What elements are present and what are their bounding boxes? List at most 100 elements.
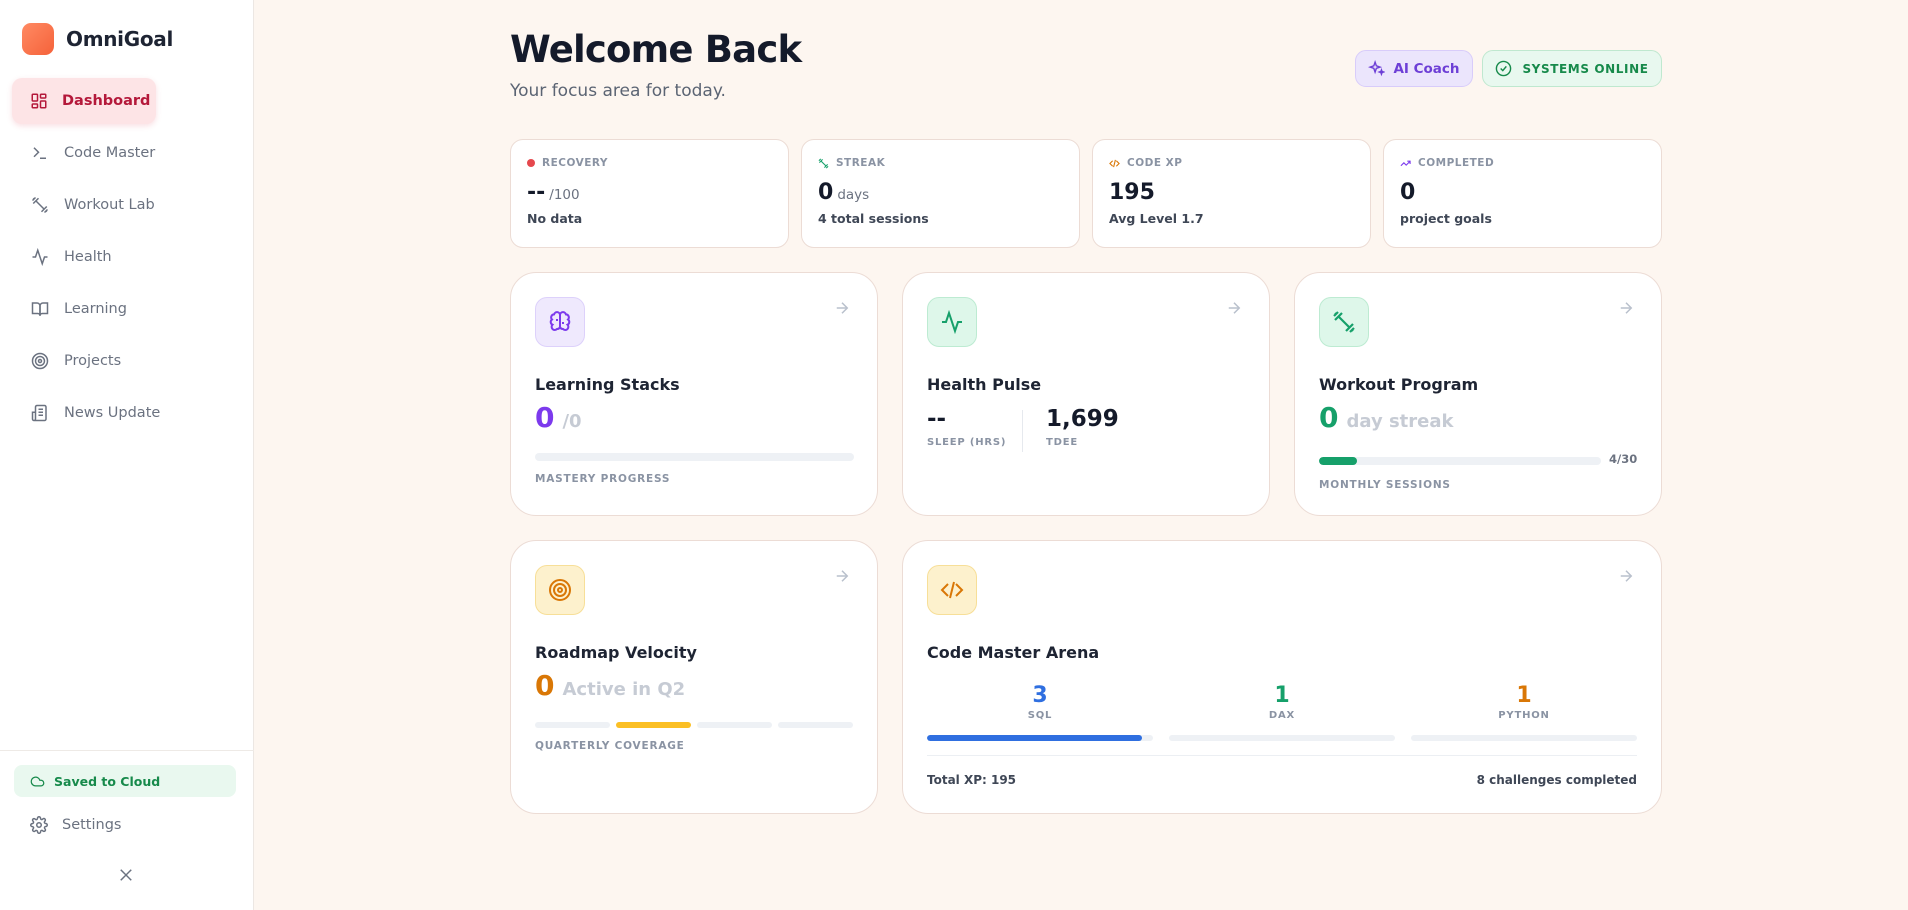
newspaper-icon <box>30 403 50 423</box>
arena-stat-python: 1 PYTHON <box>1411 683 1637 721</box>
brand[interactable]: OmniGoal <box>22 23 173 55</box>
book-icon <box>30 299 50 319</box>
learning-value: 0 <box>535 401 555 434</box>
page-title: Welcome Back <box>510 28 802 71</box>
card-title: Health Pulse <box>927 375 1042 394</box>
card-title: Code Master Arena <box>927 643 1100 662</box>
arena-stat-value: 3 <box>1032 683 1048 708</box>
dumbbell-icon <box>30 195 50 215</box>
stat-label-text: STREAK <box>836 157 886 169</box>
card-caption: MONTHLY SESSIONS <box>1319 479 1451 491</box>
learning-value-row: 0 /0 <box>535 401 582 434</box>
brand-logo <box>22 23 54 55</box>
sessions-count: 4/30 <box>1609 452 1638 466</box>
tdee-value: 1,699 <box>1046 406 1119 432</box>
ai-coach-label: AI Coach <box>1393 60 1460 77</box>
arena-divider <box>927 755 1637 756</box>
sidebar-item-dashboard[interactable]: Dashboard <box>12 78 156 124</box>
stat-unit: days <box>837 187 870 203</box>
sidebar: OmniGoal Dashboard Code Master Workout L… <box>0 0 254 910</box>
dumbbell-icon <box>818 158 829 168</box>
tdee-metric: 1,699 TDEE <box>1046 406 1119 448</box>
stat-card-recovery[interactable]: RECOVERY -- /100 No data <box>510 139 789 248</box>
stat-value-number: 0 <box>1400 180 1416 205</box>
sidebar-item-news-update[interactable]: News Update <box>12 390 242 436</box>
sidebar-divider <box>0 750 254 751</box>
card-caption: QUARTERLY COVERAGE <box>535 740 685 752</box>
stat-label-text: COMPLETED <box>1418 157 1495 169</box>
quarter-segment-q3 <box>697 722 772 728</box>
sidebar-item-health[interactable]: Health <box>12 234 242 280</box>
workout-value-row: 0 day streak <box>1319 401 1453 434</box>
arrow-right-icon[interactable] <box>833 299 851 317</box>
sidebar-item-workout-lab[interactable]: Workout Lab <box>12 182 242 228</box>
workout-program-card[interactable]: Workout Program 0 day streak 4/30 MONTHL… <box>1294 272 1662 516</box>
code-icon <box>927 565 977 615</box>
stat-card-code-xp[interactable]: CODE XP 195 Avg Level 1.7 <box>1092 139 1371 248</box>
code-master-arena-card[interactable]: Code Master Arena 3 SQL 1 DAX 1 PYTHON T… <box>902 540 1662 814</box>
arena-progress-python <box>1411 735 1637 741</box>
roadmap-velocity-card[interactable]: Roadmap Velocity 0 Active in Q2 QUARTERL… <box>510 540 878 814</box>
stat-card-completed[interactable]: COMPLETED 0 project goals <box>1383 139 1662 248</box>
mastery-progress-bar <box>535 453 854 461</box>
sidebar-item-label: Workout Lab <box>64 197 155 213</box>
arrow-right-icon[interactable] <box>1617 299 1635 317</box>
arena-stat-sql: 3 SQL <box>927 683 1153 721</box>
target-icon <box>30 351 50 371</box>
sidebar-item-label: News Update <box>64 405 161 421</box>
card-title: Roadmap Velocity <box>535 643 697 662</box>
brand-name: OmniGoal <box>66 27 174 51</box>
sidebar-item-learning[interactable]: Learning <box>12 286 242 332</box>
gear-icon <box>30 816 48 834</box>
sleep-value: -- <box>927 406 947 432</box>
terminal-icon <box>30 143 50 163</box>
stat-label-text: RECOVERY <box>542 157 609 169</box>
stat-sub: project goals <box>1400 211 1492 226</box>
stat-label: STREAK <box>818 157 1063 169</box>
cloud-icon <box>30 776 45 786</box>
arena-progress-fill <box>927 735 1142 741</box>
arena-stat-value: 1 <box>1516 683 1532 708</box>
sidebar-item-projects[interactable]: Projects <box>12 338 242 384</box>
arena-stat-label: DAX <box>1268 710 1296 721</box>
card-caption: MASTERY PROGRESS <box>535 473 671 485</box>
brain-icon <box>535 297 585 347</box>
stat-value: 0 days <box>818 180 1063 205</box>
stat-label: COMPLETED <box>1400 157 1645 169</box>
sidebar-nav: Dashboard Code Master Workout Lab Health… <box>12 78 242 442</box>
arrow-right-icon[interactable] <box>833 567 851 585</box>
stat-sub: 4 total sessions <box>818 211 929 226</box>
sleep-label: SLEEP (HRS) <box>927 437 1007 448</box>
roadmap-unit: Active in Q2 <box>562 679 686 700</box>
sparkles-icon <box>1368 60 1386 77</box>
health-pulse-card[interactable]: Health Pulse -- SLEEP (HRS) 1,699 TDEE <box>902 272 1270 516</box>
stat-value: 0 <box>1400 180 1645 205</box>
arrow-right-icon[interactable] <box>1225 299 1243 317</box>
dumbbell-icon <box>1319 297 1369 347</box>
settings-label: Settings <box>62 817 122 833</box>
arena-stat-label: PYTHON <box>1498 710 1550 721</box>
stat-value: 195 <box>1109 180 1354 205</box>
arena-stat-label: SQL <box>1027 710 1053 721</box>
arrow-right-icon[interactable] <box>1617 567 1635 585</box>
stat-sub: Avg Level 1.7 <box>1109 211 1204 226</box>
stat-card-streak[interactable]: STREAK 0 days 4 total sessions <box>801 139 1080 248</box>
recovery-dot-icon <box>527 159 535 167</box>
systems-online-badge: SYSTEMS ONLINE <box>1482 50 1662 87</box>
stat-label: CODE XP <box>1109 157 1354 169</box>
monthly-sessions-bar <box>1319 457 1601 465</box>
workout-value: 0 <box>1319 401 1339 434</box>
quarter-segment-q1 <box>535 722 610 728</box>
close-icon[interactable] <box>117 866 135 884</box>
total-xp: Total XP: 195 <box>927 773 1017 787</box>
quarter-segment-q4 <box>778 722 853 728</box>
sidebar-item-label: Learning <box>64 301 127 317</box>
settings-button[interactable]: Settings <box>30 816 121 834</box>
stat-label: RECOVERY <box>527 157 772 169</box>
sidebar-item-label: Projects <box>64 353 122 369</box>
workout-unit: day streak <box>1346 411 1454 432</box>
learning-stacks-card[interactable]: Learning Stacks 0 /0 MASTERY PROGRESS <box>510 272 878 516</box>
tdee-label: TDEE <box>1046 437 1078 448</box>
ai-coach-button[interactable]: AI Coach <box>1355 50 1473 87</box>
sidebar-item-code-master[interactable]: Code Master <box>12 130 242 176</box>
